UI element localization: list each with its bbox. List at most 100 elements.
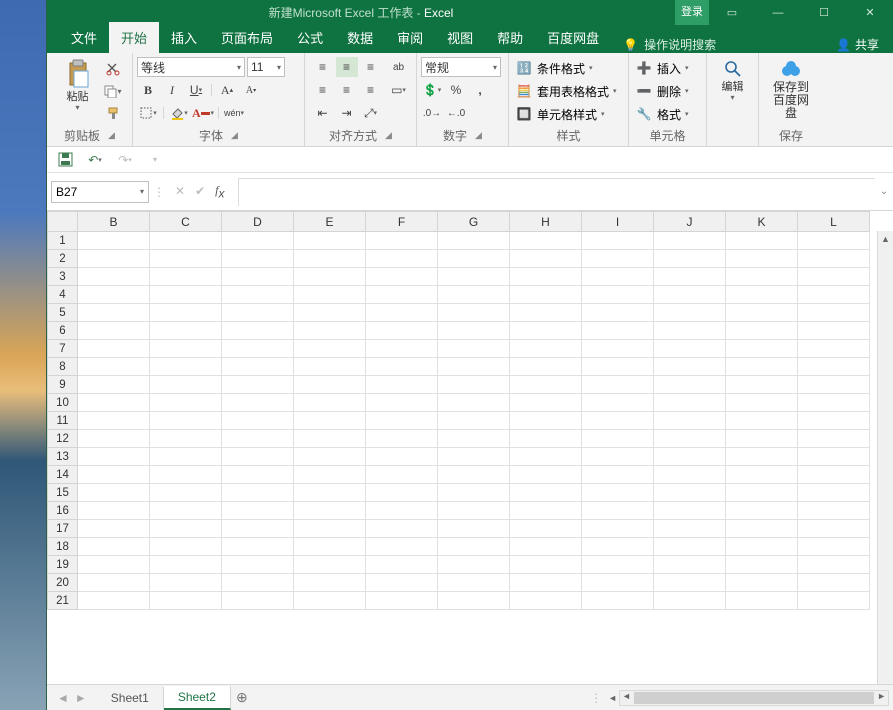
cell[interactable] bbox=[726, 466, 798, 484]
cell[interactable] bbox=[582, 322, 654, 340]
cell[interactable] bbox=[582, 304, 654, 322]
cell[interactable] bbox=[78, 250, 150, 268]
cell[interactable] bbox=[366, 448, 438, 466]
cell[interactable] bbox=[222, 322, 294, 340]
cell[interactable] bbox=[510, 430, 582, 448]
cell[interactable] bbox=[582, 448, 654, 466]
clipboard-dialog-launcher[interactable]: ◢ bbox=[108, 130, 115, 141]
cell[interactable] bbox=[150, 484, 222, 502]
border-button[interactable]: ▾ bbox=[137, 103, 159, 123]
undo-button[interactable]: ↶▾ bbox=[85, 150, 105, 170]
cell[interactable] bbox=[510, 484, 582, 502]
row-header[interactable]: 13 bbox=[48, 448, 78, 466]
cell[interactable] bbox=[726, 358, 798, 376]
cell[interactable] bbox=[582, 466, 654, 484]
cell[interactable] bbox=[294, 232, 366, 250]
cell[interactable] bbox=[438, 394, 510, 412]
cell[interactable] bbox=[78, 466, 150, 484]
redo-button[interactable]: ↷▾ bbox=[115, 150, 135, 170]
cell[interactable] bbox=[78, 268, 150, 286]
cell[interactable] bbox=[366, 322, 438, 340]
align-center-button[interactable]: ≡ bbox=[336, 80, 358, 100]
cell[interactable] bbox=[654, 520, 726, 538]
cell[interactable] bbox=[654, 286, 726, 304]
cell[interactable] bbox=[582, 232, 654, 250]
cell[interactable] bbox=[510, 466, 582, 484]
increase-indent-button[interactable]: ⇥ bbox=[336, 103, 358, 123]
cell[interactable] bbox=[294, 538, 366, 556]
cell[interactable] bbox=[294, 502, 366, 520]
cell[interactable] bbox=[438, 304, 510, 322]
cut-button[interactable] bbox=[102, 59, 124, 79]
cell[interactable] bbox=[798, 484, 870, 502]
cell[interactable] bbox=[654, 448, 726, 466]
cell[interactable] bbox=[78, 412, 150, 430]
underline-button[interactable]: U▾ bbox=[185, 80, 207, 100]
tab-view[interactable]: 视图 bbox=[435, 22, 485, 53]
cell[interactable] bbox=[726, 232, 798, 250]
copy-button[interactable]: ▾ bbox=[102, 81, 124, 101]
cell[interactable] bbox=[582, 484, 654, 502]
cell[interactable] bbox=[150, 592, 222, 610]
cell[interactable] bbox=[438, 592, 510, 610]
cell[interactable] bbox=[222, 358, 294, 376]
cell[interactable] bbox=[78, 448, 150, 466]
cell[interactable] bbox=[78, 376, 150, 394]
cell[interactable] bbox=[366, 484, 438, 502]
cell[interactable] bbox=[510, 232, 582, 250]
save-to-baidu-button[interactable]: 保存到百度网盘 bbox=[769, 55, 813, 120]
cell[interactable] bbox=[366, 592, 438, 610]
new-sheet-button[interactable]: ⊕ bbox=[231, 689, 253, 706]
cell[interactable] bbox=[222, 556, 294, 574]
cell[interactable] bbox=[798, 376, 870, 394]
cell[interactable] bbox=[654, 322, 726, 340]
cell[interactable] bbox=[78, 592, 150, 610]
phonetic-guide-button[interactable]: wén▾ bbox=[223, 103, 245, 123]
cell[interactable] bbox=[438, 286, 510, 304]
cell[interactable] bbox=[654, 556, 726, 574]
cell[interactable] bbox=[294, 394, 366, 412]
cell[interactable] bbox=[798, 466, 870, 484]
grow-font-button[interactable]: A▴ bbox=[216, 80, 238, 100]
cell[interactable] bbox=[654, 232, 726, 250]
expand-formula-bar-button[interactable]: ⌄ bbox=[875, 186, 893, 197]
sheet-tab-sheet2[interactable]: Sheet2 bbox=[164, 686, 231, 710]
cell[interactable] bbox=[654, 376, 726, 394]
cell[interactable] bbox=[78, 538, 150, 556]
cell[interactable] bbox=[294, 484, 366, 502]
cell[interactable] bbox=[222, 574, 294, 592]
column-header[interactable]: H bbox=[510, 212, 582, 232]
cell[interactable] bbox=[150, 340, 222, 358]
bold-button[interactable]: B bbox=[137, 80, 159, 100]
cell[interactable] bbox=[582, 556, 654, 574]
cell[interactable] bbox=[798, 232, 870, 250]
cell[interactable] bbox=[726, 286, 798, 304]
cell[interactable] bbox=[78, 430, 150, 448]
cell[interactable] bbox=[438, 268, 510, 286]
cell[interactable] bbox=[654, 502, 726, 520]
minimize-icon[interactable]: — bbox=[755, 0, 801, 25]
cell[interactable] bbox=[510, 556, 582, 574]
cell[interactable] bbox=[438, 502, 510, 520]
cell[interactable] bbox=[798, 448, 870, 466]
row-header[interactable]: 17 bbox=[48, 520, 78, 538]
row-header[interactable]: 2 bbox=[48, 250, 78, 268]
column-header[interactable]: K bbox=[726, 212, 798, 232]
cell[interactable] bbox=[438, 430, 510, 448]
close-icon[interactable]: ✕ bbox=[847, 0, 893, 25]
tab-data[interactable]: 数据 bbox=[335, 22, 385, 53]
accounting-format-button[interactable]: 💲▾ bbox=[421, 80, 443, 100]
cell[interactable] bbox=[438, 574, 510, 592]
cell[interactable] bbox=[150, 502, 222, 520]
cell[interactable] bbox=[582, 268, 654, 286]
cell[interactable] bbox=[78, 304, 150, 322]
cell[interactable] bbox=[150, 322, 222, 340]
cell[interactable] bbox=[654, 358, 726, 376]
cell[interactable] bbox=[654, 574, 726, 592]
cell[interactable] bbox=[366, 268, 438, 286]
cell[interactable] bbox=[798, 538, 870, 556]
cell[interactable] bbox=[222, 376, 294, 394]
cell[interactable] bbox=[222, 286, 294, 304]
insert-function-button[interactable]: fx bbox=[215, 183, 224, 200]
enter-formula-button[interactable]: ✔ bbox=[195, 184, 205, 198]
